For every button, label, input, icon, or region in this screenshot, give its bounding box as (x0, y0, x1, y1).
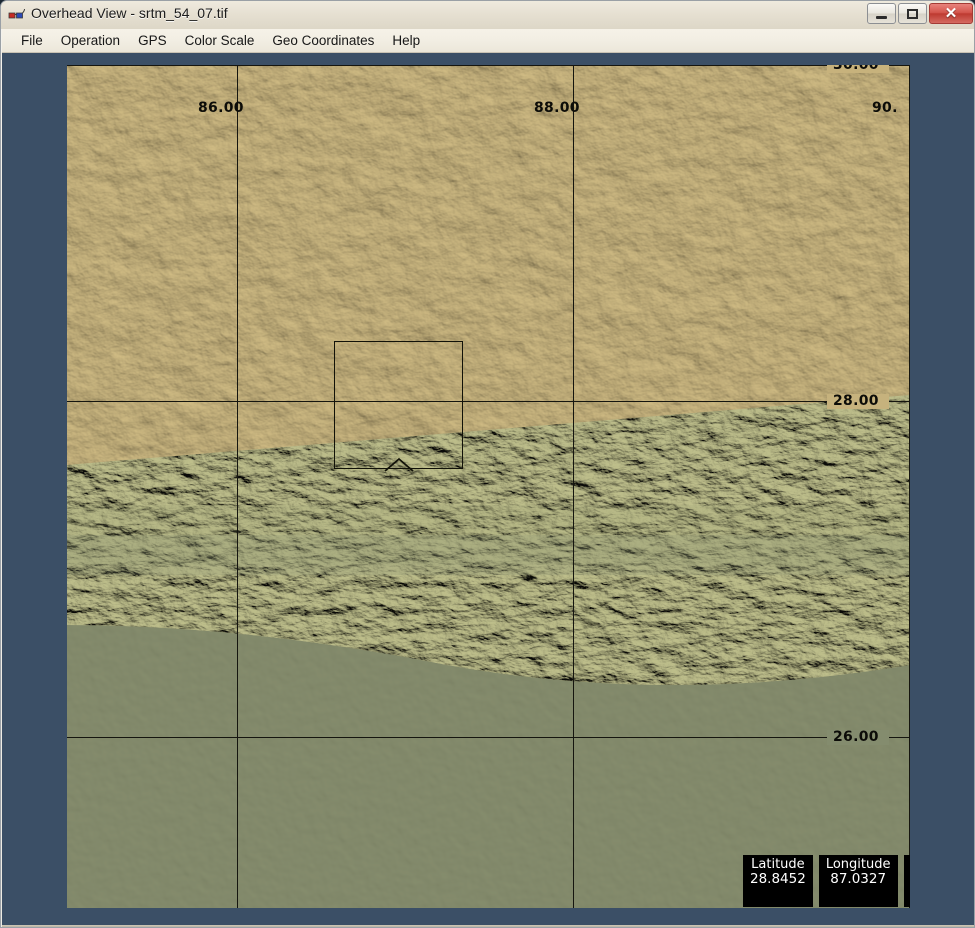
gridline-latitude-30 (67, 65, 910, 66)
gridline-longitude-88 (573, 65, 574, 908)
camera-position-caret-icon[interactable] (384, 457, 414, 473)
gridline-longitude-90 (909, 65, 910, 908)
longitude-readout-value: 87.0327 (830, 871, 887, 888)
menu-item-geo-coordinates[interactable]: Geo Coordinates (263, 30, 383, 51)
maximize-button[interactable] (898, 3, 927, 24)
gridline-latitude-28 (67, 401, 910, 402)
title-bar[interactable]: Overhead View - srtm_54_07.tif ✕ (1, 1, 974, 29)
overhead-view-window: Overhead View - srtm_54_07.tif ✕ File Op… (0, 0, 975, 928)
client-area: 86.00 88.00 90. 30.00 28.00 26.00 Latitu… (2, 53, 974, 927)
maximize-icon (899, 4, 926, 23)
latitude-label-30: 30.00 (833, 65, 879, 73)
minimize-icon (868, 4, 895, 23)
menu-item-operation[interactable]: Operation (52, 30, 129, 51)
longitude-label-86: 86.00 (198, 100, 244, 116)
longitude-readout-label: Longitude (825, 857, 891, 872)
window-title: Overhead View - srtm_54_07.tif (31, 5, 228, 21)
minimize-button[interactable] (867, 3, 896, 24)
latitude-readout-label: Latitude (751, 857, 805, 872)
latitude-readout-value: 28.8452 (750, 871, 806, 888)
longitude-label-90-clipped: 90. (872, 100, 898, 116)
menu-item-color-scale[interactable]: Color Scale (176, 30, 264, 51)
close-glyph: ✕ (944, 5, 958, 22)
latitude-label-26: 26.00 (833, 729, 879, 745)
menu-bar[interactable]: File Operation GPS Color Scale Geo Coord… (2, 29, 974, 53)
overhead-map-view[interactable]: 86.00 88.00 90. 30.00 28.00 26.00 Latitu… (67, 65, 910, 908)
longitude-readout: Longitude 87.0327 (818, 855, 898, 908)
gridline-longitude-86 (237, 65, 238, 908)
close-icon: ✕ (930, 4, 972, 23)
window-bottom-edge (2, 925, 974, 927)
coordinate-readout-group: Latitude 28.8452 Longitude 87.0327 Eleva… (743, 855, 910, 908)
gridline-latitude-26 (67, 737, 910, 738)
elevation-readout: Elevation 4882.0 m (903, 855, 910, 908)
menu-item-gps[interactable]: GPS (129, 30, 176, 51)
latitude-readout: Latitude 28.8452 (743, 855, 813, 908)
menu-item-file[interactable]: File (12, 30, 52, 51)
latitude-label-28: 28.00 (833, 393, 879, 409)
close-button[interactable]: ✕ (929, 3, 973, 24)
stereo-glasses-icon (8, 7, 25, 23)
view-footprint-rectangle[interactable] (334, 341, 463, 469)
longitude-label-88: 88.00 (534, 100, 580, 116)
menu-item-help[interactable]: Help (383, 30, 429, 51)
terrain-hillshade-image (67, 65, 910, 908)
